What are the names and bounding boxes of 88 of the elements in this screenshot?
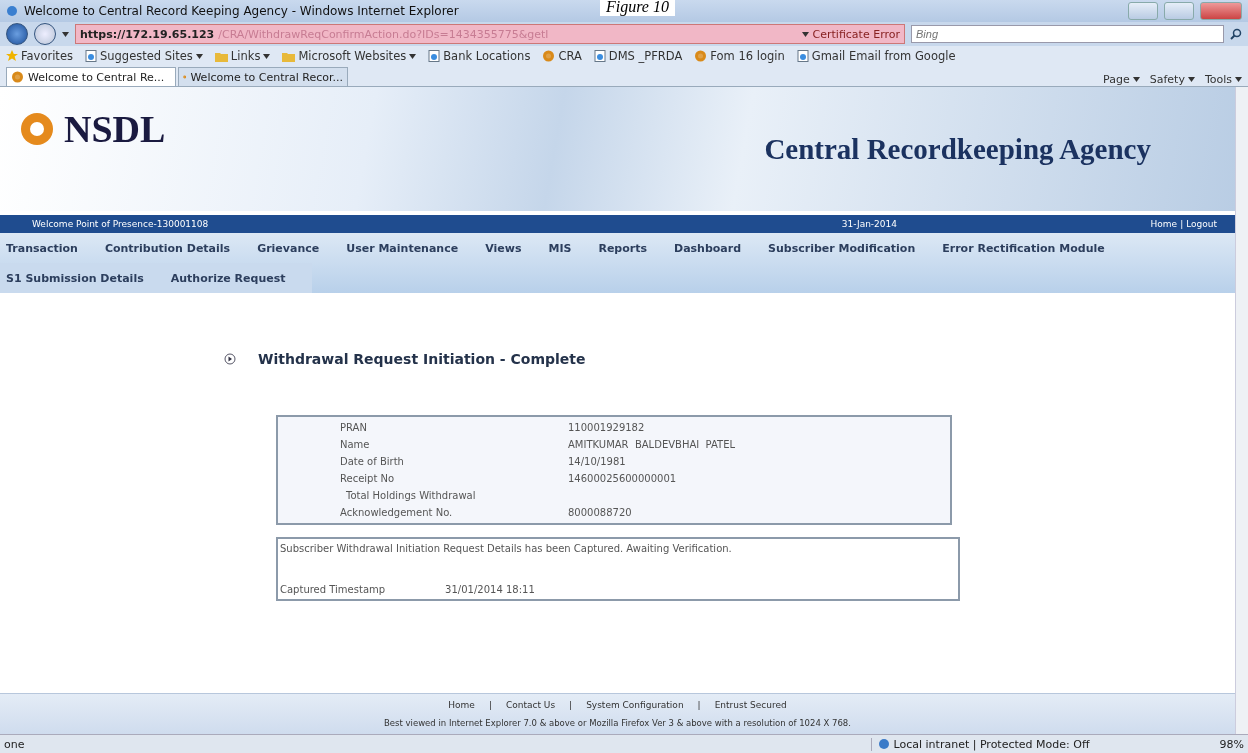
close-button[interactable]: [1200, 2, 1242, 20]
menu-item[interactable]: S1 Submission Details: [6, 271, 144, 285]
caret-icon: [801, 31, 809, 37]
zoom-level[interactable]: 98%: [1219, 737, 1244, 751]
menu-item[interactable]: User Maintenance: [346, 241, 459, 255]
footer-link[interactable]: System Configuration: [586, 700, 684, 710]
field-label: Date of Birth: [339, 455, 405, 469]
field-value: 8000088720: [568, 506, 633, 520]
favorites-label: Fom 16 login: [710, 49, 785, 63]
search-field[interactable]: Bing: [911, 25, 1224, 43]
menu-item[interactable]: Reports: [598, 241, 647, 255]
field-label: Acknowledgement No.: [339, 506, 454, 520]
favorites-label: DMS _PFRDA: [608, 49, 683, 63]
field-value: 110001929182: [568, 421, 646, 435]
welcome-text: Welcome Point of Presence-130001108: [32, 219, 209, 229]
header-link[interactable]: Home: [1150, 219, 1178, 229]
footer-link[interactable]: Entrust Secured: [714, 700, 787, 710]
figure-caption: Figure 10: [600, 0, 675, 16]
favorites-button[interactable]: Favorites: [6, 49, 73, 63]
page-icon: [593, 50, 606, 62]
menu-item[interactable]: Authorize Request: [170, 271, 286, 285]
field-label: PRAN: [339, 421, 368, 435]
menu-item[interactable]: Grievance: [257, 241, 320, 255]
logo-icon: [20, 112, 54, 146]
date-text: 31-Jan-2014: [841, 219, 898, 229]
header-link[interactable]: Logout: [1186, 219, 1217, 229]
favorites-link[interactable]: Links: [214, 49, 271, 63]
page-icon: [84, 50, 97, 62]
favorites-label: Microsoft Websites: [298, 49, 407, 63]
page-title: Withdrawal Request Initiation - Complete: [258, 351, 586, 367]
field-label: Name: [339, 438, 371, 452]
forward-button[interactable]: [34, 23, 56, 45]
caret-icon: [1235, 77, 1242, 82]
browser-tab[interactable]: Welcome to Central Recor...: [178, 67, 348, 86]
field-value: 31/01/2014 18:11: [445, 584, 535, 595]
menu-item[interactable]: MIS: [548, 241, 572, 255]
folder-icon: [214, 50, 228, 62]
footer-note: Best viewed in Internet Explorer 7.0 & above or Mozilla Firefox Ver 3 & above with a resolution of 1024 X 768.: [384, 718, 851, 728]
zone-text: Local intranet | Protected Mode: Off: [870, 737, 1208, 751]
separator-text: |: [697, 700, 701, 710]
field-value: AMITKUMAR BALDEVBHAI PATEL: [568, 438, 737, 452]
menu-item[interactable]: Error Rectification Module: [942, 241, 1105, 255]
menu-item[interactable]: Subscriber Modification: [768, 241, 916, 255]
status-text: one: [4, 737, 26, 751]
page-icon: [428, 50, 441, 62]
status-message: Subscriber Withdrawal Initiation Request Details has been Captured. Awaiting Verification.: [280, 543, 733, 554]
command-menu[interactable]: Tools: [1204, 73, 1242, 86]
separator-text: |: [569, 700, 573, 710]
footer-link[interactable]: Home: [448, 700, 475, 710]
field-value: 14600025600000001: [568, 472, 678, 486]
menu-item[interactable]: Dashboard: [674, 241, 742, 255]
menu-item[interactable]: Transaction: [6, 241, 78, 255]
favorites-label: Links: [230, 49, 261, 63]
field-value: 14/10/1981: [568, 455, 627, 469]
footer-link[interactable]: Contact Us: [505, 700, 556, 710]
separator-text: |: [1180, 219, 1184, 229]
field-label: Receipt No: [339, 472, 396, 486]
caret-icon: [1132, 77, 1140, 82]
folder-icon: [282, 50, 296, 62]
page-icon: [796, 50, 809, 62]
site-title: Central Recordkeeping Agency: [764, 132, 1151, 166]
minimize-button[interactable]: [1128, 2, 1158, 20]
favorites-link[interactable]: Fom 16 login: [694, 49, 785, 63]
command-menu[interactable]: Safety: [1149, 73, 1195, 86]
star-icon: [6, 50, 18, 62]
menu-item[interactable]: Views: [485, 241, 522, 255]
search-icon[interactable]: [1230, 28, 1242, 40]
caret-icon: [1187, 77, 1195, 82]
favorites-link[interactable]: Microsoft Websites: [282, 49, 417, 63]
separator-text: |: [488, 700, 492, 710]
favorites-label: Suggested Sites: [99, 49, 193, 63]
back-button[interactable]: [6, 23, 28, 45]
maximize-button[interactable]: [1164, 2, 1194, 20]
address-field[interactable]: https://172.19.65.123 /CRA/WithdrawReqConfirmAction.do?IDs=1434355775&getl Certificate Error: [75, 24, 905, 44]
field-label: Captured Timestamp: [280, 584, 386, 595]
bullet-icon: [224, 353, 236, 365]
menu-item[interactable]: Contribution Details: [104, 241, 231, 255]
caret-icon: [62, 31, 69, 37]
favorites-link[interactable]: CRA: [542, 49, 582, 63]
favorites-link[interactable]: DMS _PFRDA: [593, 49, 683, 63]
field-label: Total Holdings Withdrawal: [345, 489, 477, 503]
favorites-label: CRA: [558, 49, 582, 63]
browser-tab[interactable]: Welcome to Central Re...: [6, 67, 176, 86]
logo-text: NSDL: [64, 107, 166, 151]
favorites-link[interactable]: Suggested Sites: [84, 49, 203, 63]
scrollbar[interactable]: [1235, 87, 1248, 734]
command-menu[interactable]: Page: [1103, 73, 1140, 86]
window-title: Welcome to Central Record Keeping Agency - Windows Internet Explorer: [24, 4, 459, 18]
